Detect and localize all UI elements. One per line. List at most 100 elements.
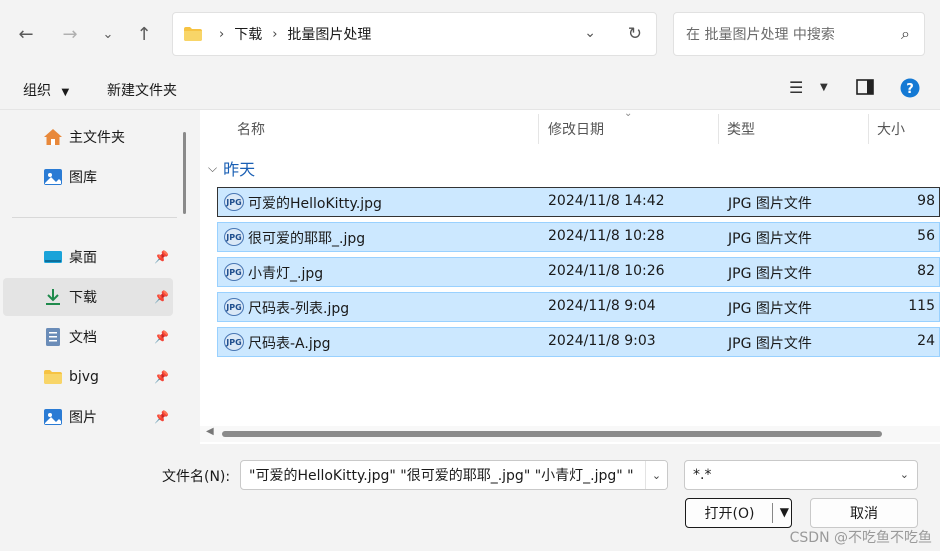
file-date: 2024/11/8 9:04 [548, 298, 656, 314]
file-date: 2024/11/8 10:26 [548, 263, 665, 279]
table-row[interactable]: JPG 尺码表-A.jpg 2024/11/8 9:03 JPG 图片文件 24 [217, 327, 940, 357]
sidebar-item-downloads[interactable]: 下载 📌 [3, 278, 173, 316]
filetype-value: *.* [693, 467, 712, 483]
table-row[interactable]: JPG 可爱的HelloKitty.jpg 2024/11/8 14:42 JP… [217, 187, 940, 217]
file-list: 名称 修改日期 ⌄ 类型 大小 ⌵ 昨天 JPG 可爱的HelloKitty.j… [200, 108, 940, 444]
folder-icon [43, 367, 63, 387]
organize-button[interactable]: 组织 ▼ [23, 80, 69, 100]
help-icon[interactable]: ? [900, 78, 920, 102]
filename-label: 文件名(N): [162, 469, 231, 485]
column-divider[interactable] [538, 114, 539, 144]
forward-arrow-icon[interactable]: → [56, 20, 84, 48]
refresh-icon[interactable]: ↻ [628, 24, 642, 44]
cancel-button[interactable]: 取消 [810, 498, 918, 528]
up-arrow-icon[interactable]: ↑ [130, 20, 158, 48]
table-row[interactable]: JPG 很可爱的耶耶_.jpg 2024/11/8 10:28 JPG 图片文件… [217, 222, 940, 252]
column-header-size[interactable]: 大小 [877, 119, 905, 139]
view-options-icon[interactable]: ☰ [789, 78, 803, 97]
jpg-file-icon: JPG [224, 228, 244, 246]
breadcrumb-separator-icon: › [219, 26, 225, 42]
pin-icon: 📌 [154, 370, 169, 384]
folder-icon [184, 27, 202, 41]
sidebar-item-label: 图库 [69, 170, 97, 186]
back-arrow-icon[interactable]: ← [12, 20, 40, 48]
sidebar-item-pictures[interactable]: 图片 📌 [3, 398, 173, 436]
sidebar-item-bjvg[interactable]: bjvg 📌 [3, 358, 173, 396]
column-divider[interactable] [718, 114, 719, 144]
file-name: 可爱的HelloKitty.jpg [248, 196, 382, 212]
file-type: JPG 图片文件 [728, 196, 812, 212]
open-button[interactable]: 打开(O) ▼ [685, 498, 792, 528]
view-options-chevron-icon[interactable]: ▼ [820, 82, 828, 93]
search-input[interactable]: 在 批量图片处理 中搜索 [686, 24, 835, 44]
split-divider [772, 503, 773, 523]
filename-history-chevron-icon[interactable]: ⌄ [645, 461, 667, 489]
toolbar: 组织 ▼ 新建文件夹 ☰ ▼ ? [0, 68, 940, 110]
breadcrumb-downloads[interactable]: 下载 [234, 24, 262, 44]
sidebar-item-documents[interactable]: 文档 📌 [3, 318, 173, 356]
dialog-footer: 文件名(N): "可爱的HelloKitty.jpg" "很可爱的耶耶_.jpg… [0, 444, 940, 551]
pin-icon: 📌 [154, 330, 169, 344]
column-header-row: 名称 修改日期 ⌄ 类型 大小 [200, 108, 940, 144]
watermark: CSDN @不吃鱼不吃鱼 [789, 530, 932, 546]
horizontal-scrollbar[interactable]: ◀ [200, 426, 940, 442]
sidebar-item-label: 下载 [69, 290, 97, 306]
filetype-select[interactable]: *.* ⌄ [684, 460, 918, 490]
table-row[interactable]: JPG 小青灯_.jpg 2024/11/8 10:26 JPG 图片文件 82 [217, 257, 940, 287]
group-label: 昨天 [223, 160, 256, 179]
table-row[interactable]: JPG 尺码表-列表.jpg 2024/11/8 9:04 JPG 图片文件 1… [217, 292, 940, 322]
jpg-file-icon: JPG [224, 333, 244, 351]
jpg-file-icon: JPG [224, 193, 244, 211]
chevron-down-icon: ⌄ [899, 468, 909, 481]
column-header-name[interactable]: 名称 [237, 119, 265, 139]
file-date: 2024/11/8 10:28 [548, 228, 665, 244]
file-size: 98 [917, 193, 935, 209]
file-name: 尺码表-A.jpg [248, 336, 331, 352]
gallery-icon [43, 167, 63, 187]
column-divider[interactable] [868, 114, 869, 144]
file-size: 56 [917, 228, 935, 244]
chevron-down-icon: ▼ [61, 87, 70, 98]
sidebar-item-gallery[interactable]: 图库 [3, 158, 173, 196]
pin-icon: 📌 [154, 410, 169, 424]
scroll-left-arrow-icon[interactable]: ◀ [206, 426, 214, 437]
breadcrumb-batch-images[interactable]: 批量图片处理 [287, 24, 371, 44]
file-size: 82 [917, 263, 935, 279]
jpg-file-icon: JPG [224, 263, 244, 281]
sidebar-item-home[interactable]: 主文件夹 [3, 118, 173, 156]
file-size: 115 [908, 298, 935, 314]
sidebar-item-label: bjvg [69, 369, 99, 385]
file-type: JPG 图片文件 [728, 336, 812, 352]
open-options-chevron-icon[interactable]: ▼ [780, 505, 789, 519]
search-box[interactable]: 在 批量图片处理 中搜索 ⌕ [673, 12, 925, 56]
sidebar-item-desktop[interactable]: 桌面 📌 [3, 238, 173, 276]
column-header-type[interactable]: 类型 [727, 119, 755, 139]
recent-locations-chevron-icon[interactable]: ⌄ [94, 20, 122, 48]
chevron-down-icon: ⌵ [208, 160, 218, 175]
file-type: JPG 图片文件 [728, 231, 812, 247]
home-icon [43, 127, 63, 147]
search-icon[interactable]: ⌕ [901, 24, 910, 44]
filename-field[interactable]: "可爱的HelloKitty.jpg" "很可爱的耶耶_.jpg" "小青灯_.… [240, 460, 668, 490]
open-button-label: 打开(O) [704, 506, 755, 522]
new-folder-button[interactable]: 新建文件夹 [107, 80, 177, 100]
pictures-icon [43, 407, 63, 427]
sidebar-item-label: 文档 [69, 330, 97, 346]
preview-pane-icon[interactable] [856, 79, 874, 99]
pin-icon: 📌 [154, 250, 169, 264]
address-history-chevron-icon[interactable]: ⌄ [584, 25, 596, 41]
breadcrumb-separator-icon: › [272, 26, 278, 42]
file-name: 很可爱的耶耶_.jpg [248, 231, 366, 247]
filename-value: "可爱的HelloKitty.jpg" "很可爱的耶耶_.jpg" "小青灯_.… [249, 468, 634, 484]
file-name: 尺码表-列表.jpg [248, 301, 350, 317]
navigation-pane: 主文件夹 图库 桌面 📌 下载 📌 文档 📌 bjvg 📌 图片 📌 [0, 110, 195, 444]
sidebar-scrollbar[interactable] [183, 132, 186, 214]
svg-text:?: ? [906, 82, 914, 97]
file-type: JPG 图片文件 [728, 266, 812, 282]
file-name: 小青灯_.jpg [248, 266, 324, 282]
column-header-date[interactable]: 修改日期 [548, 119, 604, 139]
file-size: 24 [917, 333, 935, 349]
group-header-yesterday[interactable]: ⌵ 昨天 [208, 156, 255, 180]
address-bar[interactable]: › 下载 › 批量图片处理 ⌄ ↻ [172, 12, 657, 56]
scrollbar-thumb[interactable] [222, 431, 882, 437]
